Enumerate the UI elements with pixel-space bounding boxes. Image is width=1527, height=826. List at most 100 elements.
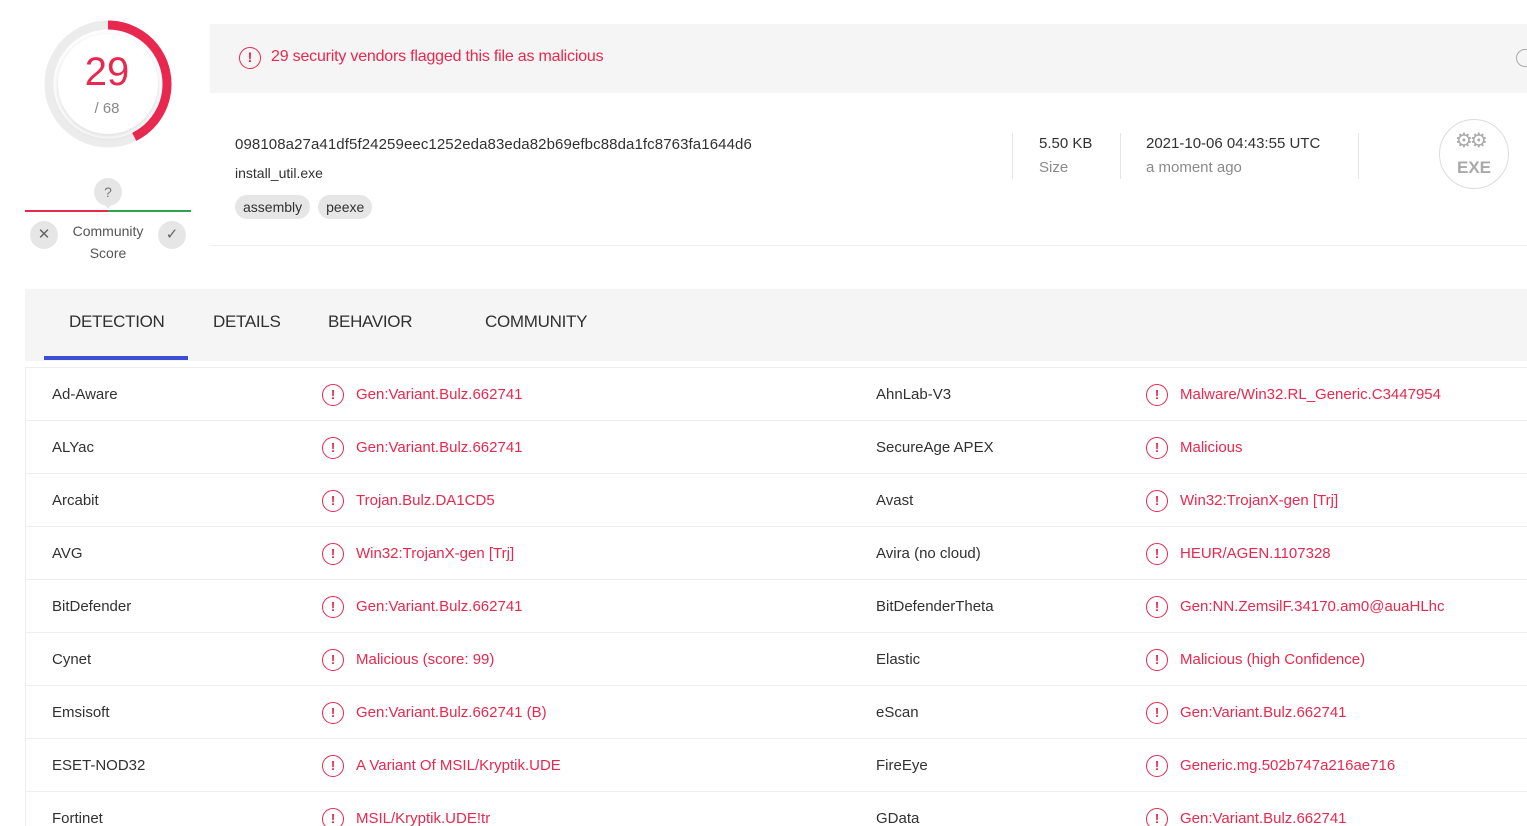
file-type-label: EXE xyxy=(1456,158,1492,177)
table-row: Emsisoft! Gen:Variant.Bulz.662741 (B) eSca… xyxy=(26,685,1527,739)
detection-result: Generic.mg.502b747a216ae716 xyxy=(1180,757,1396,774)
alert-text: 29 security vendors flagged this file as… xyxy=(271,48,604,65)
engine-name: Ad-Aware xyxy=(52,386,118,403)
engine-name: Emsisoft xyxy=(52,704,110,721)
file-type-exe-icon: ⚙⚙ EXE xyxy=(1439,119,1509,189)
tag-peexe[interactable]: peexe xyxy=(318,195,373,219)
active-tab-indicator xyxy=(44,356,188,360)
engine-name: Avast xyxy=(876,492,914,509)
detection-result: Malicious (score: 99) xyxy=(356,651,495,668)
detection-result: Gen:NN.ZemsilF.34170.am0@auaHLhc xyxy=(1180,598,1445,615)
score-total: / 68 xyxy=(94,100,120,117)
tab-details[interactable]: DETAILS xyxy=(213,312,281,332)
report-tabs: DETECTION DETAILS BEHAVIOR COMMUNITY xyxy=(25,289,1527,361)
engine-name: AhnLab-V3 xyxy=(876,386,952,403)
reanalyze-icon[interactable] xyxy=(1516,49,1527,67)
malicious-alert-icon: ! xyxy=(1146,596,1168,618)
detection-result: Gen:Variant.Bulz.662741 xyxy=(356,598,523,615)
detection-result: A Variant Of MSIL/Kryptik.UDE xyxy=(356,757,561,774)
engine-name: Cynet xyxy=(52,651,92,668)
vote-harmless-icon[interactable]: ✓ xyxy=(158,221,186,249)
malicious-alert-icon: ! xyxy=(322,649,344,671)
malicious-alert-icon: ! xyxy=(322,596,344,618)
malicious-alert-icon: ! xyxy=(322,755,344,777)
malicious-alert-icon: ! xyxy=(322,808,344,826)
detection-result: Malicious (high Confidence) xyxy=(1180,651,1366,668)
detection-result: Malicious xyxy=(1180,439,1243,456)
detection-result: Gen:Variant.Bulz.662741 (B) xyxy=(356,704,547,721)
malicious-alert-icon: ! xyxy=(1146,755,1168,777)
malicious-alert-icon: ! xyxy=(322,490,344,512)
divider xyxy=(1012,133,1013,179)
file-info-panel: 098108a27a41df5f24259eec1252eda83eda82b6… xyxy=(210,93,1527,246)
analysis-date-label: a moment ago xyxy=(1146,159,1242,176)
detection-result: Gen:Variant.Bulz.662741 xyxy=(1180,810,1347,826)
table-row: ESET-NOD32! A Variant Of MSIL/Kryptik.UDE… xyxy=(26,738,1527,792)
detection-result: MSIL/Kryptik.UDE!tr xyxy=(356,810,491,826)
engine-name: ALYac xyxy=(52,439,94,456)
malicious-alert-icon: ! xyxy=(1146,490,1168,512)
community-bar-negative xyxy=(25,210,108,212)
engine-name: Fortinet xyxy=(52,810,103,826)
malicious-alert-icon: ! xyxy=(322,543,344,565)
analysis-date-value: 2021-10-06 04:43:55 UTC xyxy=(1146,135,1321,152)
detection-result: Trojan.Bulz.DA1CD5 xyxy=(356,492,495,509)
engine-name: Elastic xyxy=(876,651,921,668)
table-row: Fortinet! MSIL/Kryptik.UDE!tr GData! Gen:Va… xyxy=(26,791,1527,826)
table-row: Ad-Aware! Gen:Variant.Bulz.662741 AhnLab-V… xyxy=(26,367,1527,421)
detection-result: Win32:TrojanX-gen [Trj] xyxy=(1180,492,1339,509)
engine-name: AVG xyxy=(52,545,83,562)
malicious-alert-icon: ! xyxy=(322,437,344,459)
score-detections: 29 xyxy=(84,50,130,94)
malicious-alert-icon: ! xyxy=(1146,543,1168,565)
file-hash[interactable]: 098108a27a41df5f24259eec1252eda83eda82b6… xyxy=(235,136,752,153)
alert-icon: ! xyxy=(239,47,261,69)
engine-name: SecureAge APEX xyxy=(876,439,994,456)
tab-behavior[interactable]: BEHAVIOR xyxy=(328,312,413,332)
engine-name: BitDefenderTheta xyxy=(876,598,994,615)
malicious-alert-icon: ! xyxy=(1146,384,1168,406)
tab-community[interactable]: COMMUNITY xyxy=(485,312,587,332)
detection-result: Win32:TrojanX-gen [Trj] xyxy=(356,545,515,562)
detection-table: Ad-Aware! Gen:Variant.Bulz.662741 AhnLab-V… xyxy=(25,367,1527,826)
divider xyxy=(1120,133,1121,179)
malicious-alert-icon: ! xyxy=(1146,649,1168,671)
malicious-alert-banner: ! 29 security vendors flagged this file … xyxy=(210,24,1527,93)
tag-assembly[interactable]: assembly xyxy=(235,195,311,219)
table-row: Arcabit! Trojan.Bulz.DA1CD5 Avast! Win32:Tr… xyxy=(26,473,1527,527)
community-score-label: Community Score xyxy=(72,223,144,261)
malicious-alert-icon: ! xyxy=(322,702,344,724)
engine-name: FireEye xyxy=(876,757,928,774)
divider xyxy=(1358,133,1359,179)
gears-icon: ⚙⚙ xyxy=(1455,130,1488,152)
malicious-alert-icon: ! xyxy=(322,384,344,406)
detection-score: 29 / 68 xyxy=(44,20,172,148)
file-name: install_util.exe xyxy=(235,165,323,181)
question-tail xyxy=(104,204,112,209)
engine-name: eScan xyxy=(876,704,919,721)
detection-result: HEUR/AGEN.1107328 xyxy=(1180,545,1331,562)
engine-name: ESET-NOD32 xyxy=(52,757,146,774)
table-row: Cynet! Malicious (score: 99) Elastic! Malic… xyxy=(26,632,1527,686)
detection-result: Gen:Variant.Bulz.662741 xyxy=(1180,704,1347,721)
malicious-alert-icon: ! xyxy=(1146,702,1168,724)
engine-name: GData xyxy=(876,810,920,826)
detection-result: Gen:Variant.Bulz.662741 xyxy=(356,439,523,456)
table-row: BitDefender! Gen:Variant.Bulz.662741 BitDe… xyxy=(26,579,1527,633)
file-size-label: Size xyxy=(1039,159,1069,176)
malicious-alert-icon: ! xyxy=(1146,437,1168,459)
community-score: ? ✕ Community Score ✓ xyxy=(25,176,191,268)
file-size-value: 5.50 KB xyxy=(1039,135,1093,152)
engine-name: Avira (no cloud) xyxy=(876,545,981,562)
tab-detection[interactable]: DETECTION xyxy=(69,312,165,332)
community-bar-positive xyxy=(108,210,191,212)
table-row: ALYac! Gen:Variant.Bulz.662741 SecureAge A… xyxy=(26,420,1527,474)
table-row: AVG! Win32:TrojanX-gen [Trj] Avira (no clo… xyxy=(26,526,1527,580)
vote-malicious-icon[interactable]: ✕ xyxy=(30,221,58,249)
engine-name: Arcabit xyxy=(52,492,99,509)
file-tags: assembly peexe xyxy=(235,195,373,219)
question-icon[interactable]: ? xyxy=(94,178,122,206)
detection-result: Gen:Variant.Bulz.662741 xyxy=(356,386,523,403)
malicious-alert-icon: ! xyxy=(1146,808,1168,826)
engine-name: BitDefender xyxy=(52,598,132,615)
